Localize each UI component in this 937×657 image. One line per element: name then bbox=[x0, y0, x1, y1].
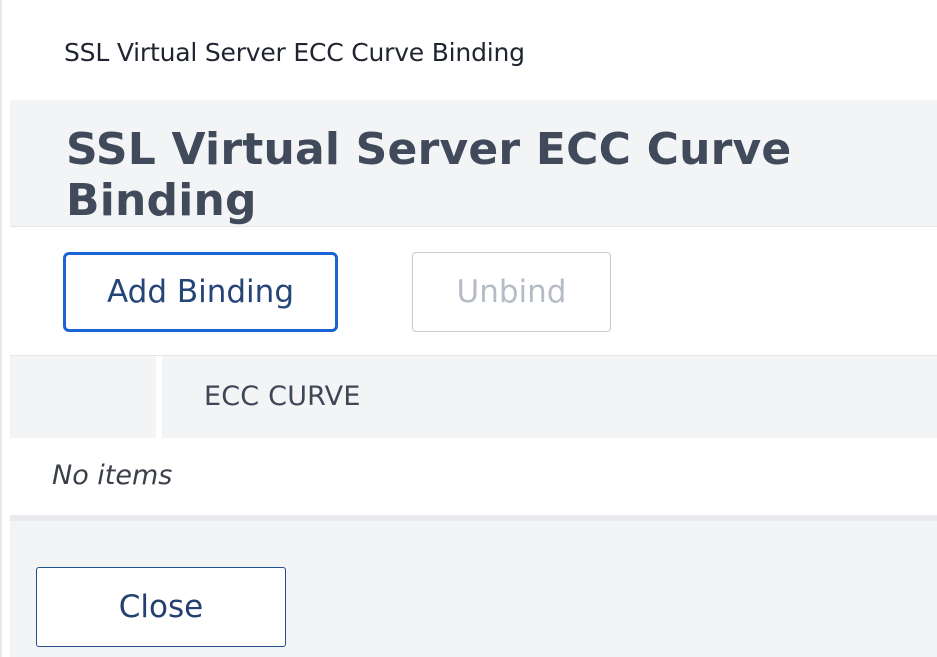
empty-message: No items bbox=[52, 460, 173, 491]
toolbar: Add Binding Unbind bbox=[10, 227, 937, 353]
column-header-ecc-curve[interactable]: ECC CURVE bbox=[204, 381, 361, 412]
dialog-footer: Close bbox=[10, 521, 937, 657]
add-binding-button[interactable]: Add Binding bbox=[63, 252, 338, 332]
select-column-header bbox=[10, 356, 162, 439]
title-band: SSL Virtual Server ECC Curve Binding bbox=[10, 100, 937, 227]
breadcrumb: SSL Virtual Server ECC Curve Binding bbox=[64, 38, 525, 67]
page-title: SSL Virtual Server ECC Curve Binding bbox=[66, 124, 792, 226]
binding-dialog: SSL Virtual Server ECC Curve Binding SSL… bbox=[0, 0, 937, 657]
table-header: ECC CURVE bbox=[10, 355, 937, 439]
close-button[interactable]: Close bbox=[36, 567, 286, 647]
unbind-button: Unbind bbox=[412, 252, 611, 332]
table-empty-row: No items bbox=[10, 438, 937, 521]
